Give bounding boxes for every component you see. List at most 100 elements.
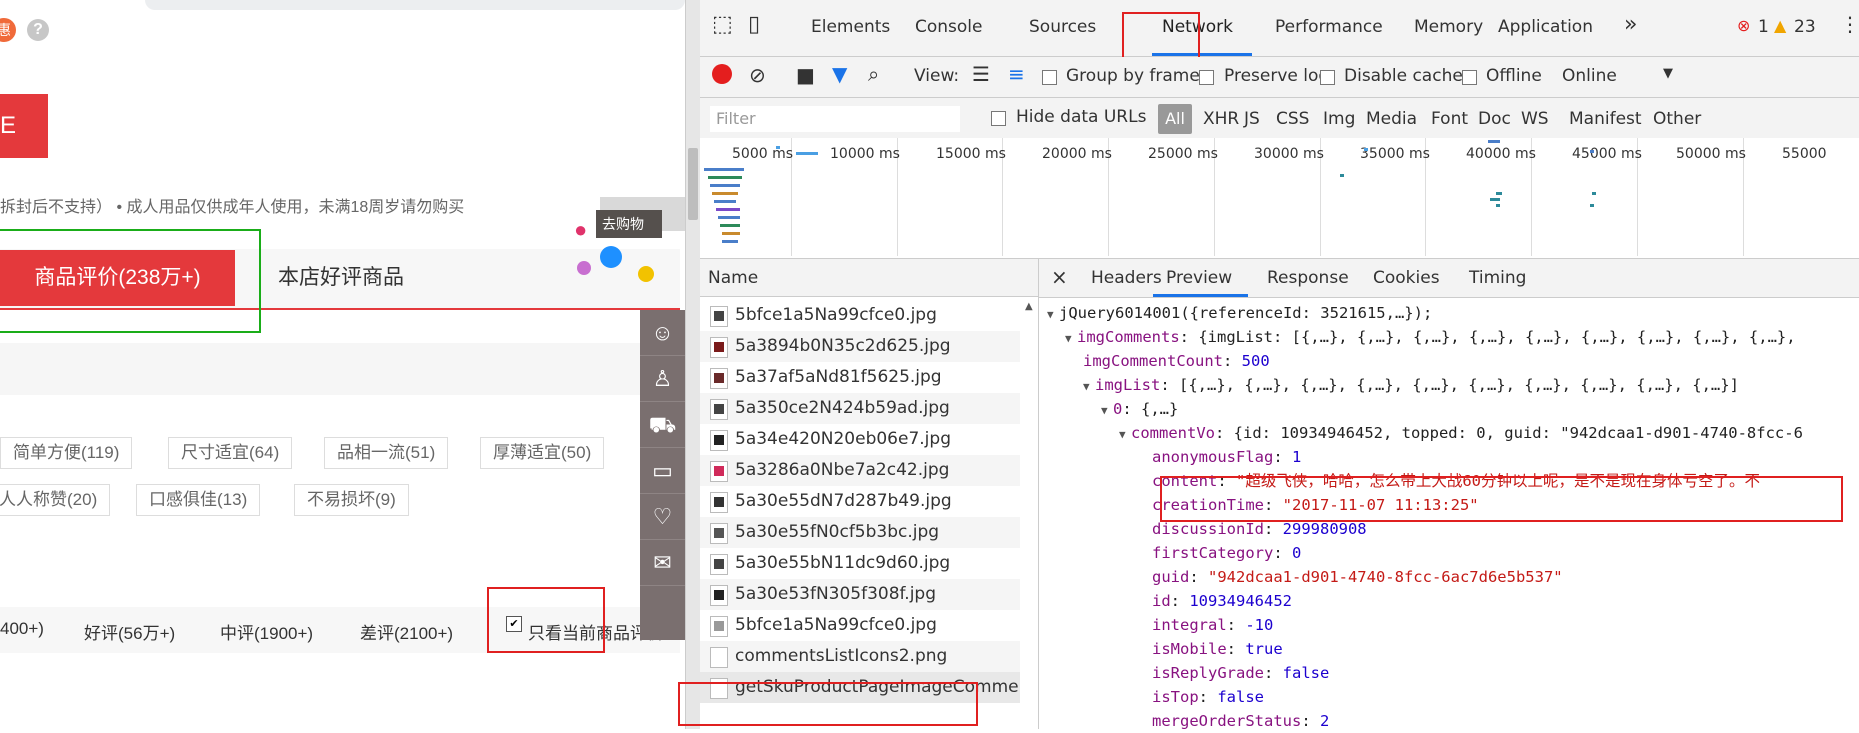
type-filter-doc[interactable]: Doc <box>1478 109 1511 129</box>
preview-commentvo[interactable]: ▼ commentVo: {id: 10934946452, topped: 0,… <box>1119 421 1803 445</box>
tab-headers[interactable]: Headers <box>1091 268 1162 288</box>
review-tag[interactable]: 尺寸适宜(64) <box>168 437 293 469</box>
cart-icon[interactable]: ⛟ <box>640 402 685 448</box>
page-scrollbar-thumb[interactable] <box>688 148 698 220</box>
tab-timing[interactable]: Timing <box>1469 268 1526 288</box>
menu-icon[interactable]: ⋮ <box>1840 12 1859 36</box>
hide-data-urls-checkbox[interactable] <box>991 111 1006 126</box>
type-filter-js[interactable]: JS <box>1244 109 1260 129</box>
name-column-header[interactable]: Name <box>700 259 1038 297</box>
inspect-icon[interactable]: ⬚ <box>712 12 733 37</box>
field-row[interactable]: integral: -10 <box>1152 613 1273 637</box>
review-tag[interactable]: 简单方便(119) <box>0 437 133 469</box>
field-row[interactable]: id: 10934946452 <box>1152 589 1292 613</box>
clear-icon[interactable]: ⊘ <box>749 63 766 87</box>
request-row[interactable]: 5a37af5aNd81f5625.jpg <box>700 362 1020 393</box>
filter-icon[interactable]: ▼ <box>832 62 847 86</box>
group-by-frame-checkbox[interactable] <box>1042 70 1057 85</box>
more-tabs-icon[interactable]: » <box>1624 12 1637 37</box>
tab-sources[interactable]: Sources <box>1029 17 1096 37</box>
tab-cookies[interactable]: Cookies <box>1373 268 1440 288</box>
review-tag[interactable]: 品相一流(51) <box>324 437 449 469</box>
chevron-down-icon[interactable]: ▼ <box>1663 66 1673 81</box>
capture-screenshots-icon[interactable]: ■ <box>796 63 815 87</box>
throttle-select[interactable]: Online <box>1562 66 1617 86</box>
field-row[interactable]: isReplyGrade: false <box>1152 661 1329 685</box>
request-row[interactable]: commentsListIcons2.png <box>700 641 1020 672</box>
tab-preview[interactable]: Preview <box>1166 268 1232 288</box>
type-filter-xhr[interactable]: XHR <box>1203 109 1239 129</box>
tab-console[interactable]: Console <box>915 17 983 37</box>
field-row[interactable]: firstCategory: 0 <box>1152 541 1301 565</box>
request-row[interactable]: 5a30e53fN305f308f.jpg <box>700 579 1020 610</box>
address-bar[interactable] <box>145 0 685 10</box>
user-icon[interactable]: ♙ <box>640 356 685 402</box>
type-filter-all[interactable]: All <box>1158 104 1192 134</box>
preview-imgcommentcount[interactable]: imgCommentCount: 500 <box>1083 349 1270 373</box>
type-filter-img[interactable]: Img <box>1323 109 1355 129</box>
tab-memory[interactable]: Memory <box>1414 17 1483 37</box>
overview-icon[interactable]: ≡ <box>1008 62 1025 86</box>
tab-performance[interactable]: Performance <box>1275 17 1383 37</box>
request-name: 5a3894b0N35c2d625.jpg <box>735 336 951 356</box>
filter-bad[interactable]: 差评(2100+) <box>360 619 453 644</box>
filter-input[interactable]: Filter <box>710 106 960 132</box>
request-row[interactable]: 5a30e55dN7d287b49.jpg <box>700 486 1020 517</box>
type-filter-css[interactable]: CSS <box>1276 109 1309 129</box>
type-filter-media[interactable]: Media <box>1366 109 1417 129</box>
coupon-icon[interactable]: ▭ <box>640 448 685 494</box>
preview-index0[interactable]: ▼ 0: {,…} <box>1101 397 1178 421</box>
review-tag[interactable]: 不易损坏(9) <box>294 484 409 516</box>
type-filter-manifest[interactable]: Manifest <box>1569 109 1642 129</box>
preview-imgcomments[interactable]: ▼ imgComments: {imgList: [{,…}, {,…}, {,…… <box>1065 325 1796 349</box>
offline-checkbox[interactable] <box>1462 70 1477 85</box>
error-count[interactable]: 1 <box>1758 17 1769 37</box>
large-rows-icon[interactable]: ☰ <box>972 62 990 86</box>
request-row[interactable]: 5a350ce2N424b59ad.jpg <box>700 393 1020 424</box>
review-tag[interactable]: 厚薄适宜(50) <box>480 437 605 469</box>
search-icon[interactable]: ⌕ <box>868 62 879 86</box>
scroll-up-icon[interactable]: ▲ <box>1025 301 1033 312</box>
preview-root[interactable]: ▼ jQuery6014001({referenceId: 3521615,…})… <box>1047 301 1432 325</box>
field-row[interactable]: guid: "942dcaa1-d901-4740-8fcc-6ac7d6e5b… <box>1152 565 1563 589</box>
review-tag[interactable]: 口感俱佳(13) <box>136 484 261 516</box>
request-row[interactable]: 5bfce1a5Na99cfce0.jpg <box>700 610 1020 641</box>
filter-good[interactable]: 好评(56万+) <box>84 619 175 644</box>
field-row[interactable]: anonymousFlag: 1 <box>1152 445 1301 469</box>
warning-count[interactable]: 23 <box>1794 17 1816 37</box>
preserve-log-checkbox[interactable] <box>1199 70 1214 85</box>
tab-response[interactable]: Response <box>1267 268 1349 288</box>
field-row[interactable]: isMobile: true <box>1152 637 1283 661</box>
field-row[interactable]: isTop: false <box>1152 685 1264 709</box>
request-row[interactable]: 5a3894b0N35c2d625.jpg <box>700 331 1020 362</box>
page-scrollbar[interactable] <box>686 0 700 729</box>
tab-elements[interactable]: Elements <box>811 17 890 37</box>
message-icon[interactable]: ✉ <box>640 540 685 586</box>
request-row[interactable]: 5bfce1a5Na99cfce0.jpg <box>700 300 1020 331</box>
request-row[interactable]: 5a34e420N20eb06e7.jpg <box>700 424 1020 455</box>
device-toolbar-icon[interactable]: ▯ <box>748 12 760 37</box>
tab-good-products[interactable]: 本店好评商品 <box>278 250 404 306</box>
filter-all[interactable]: 400+) <box>0 619 44 639</box>
request-row[interactable]: 5a3286a0Nbe7a2c42.jpg <box>700 455 1020 486</box>
field-row[interactable]: mergeOrderStatus: 2 <box>1152 709 1329 733</box>
record-icon[interactable] <box>712 64 732 84</box>
request-list-scrollbar[interactable]: ▲ <box>1022 297 1038 729</box>
float-tab-label[interactable]: 去购物 <box>596 210 662 238</box>
tab-application[interactable]: Application <box>1498 17 1593 37</box>
buy-button[interactable]: E <box>0 94 48 158</box>
favorite-icon[interactable]: ♡ <box>640 494 685 540</box>
help-icon[interactable]: ? <box>27 19 49 41</box>
chat-icon[interactable]: ☺ <box>640 310 685 356</box>
type-filter-ws[interactable]: WS <box>1521 109 1549 129</box>
request-row[interactable]: 5a30e55fN0cf5b3bc.jpg <box>700 517 1020 548</box>
type-filter-font[interactable]: Font <box>1431 109 1468 129</box>
filter-medium[interactable]: 中评(1900+) <box>220 619 313 644</box>
disable-cache-checkbox[interactable] <box>1320 70 1335 85</box>
review-tag[interactable]: 人人称赞(20) <box>0 484 111 516</box>
request-row[interactable]: 5a30e55bN11dc9d60.jpg <box>700 548 1020 579</box>
network-timeline[interactable]: 5000 ms 10000 ms 15000 ms 20000 ms 25000… <box>700 138 1859 259</box>
type-filter-other[interactable]: Other <box>1653 109 1701 129</box>
preview-imglist[interactable]: ▼ imgList: [{,…}, {,…}, {,…}, {,…}, {,…},… <box>1083 373 1739 397</box>
close-icon[interactable]: × <box>1051 265 1068 289</box>
